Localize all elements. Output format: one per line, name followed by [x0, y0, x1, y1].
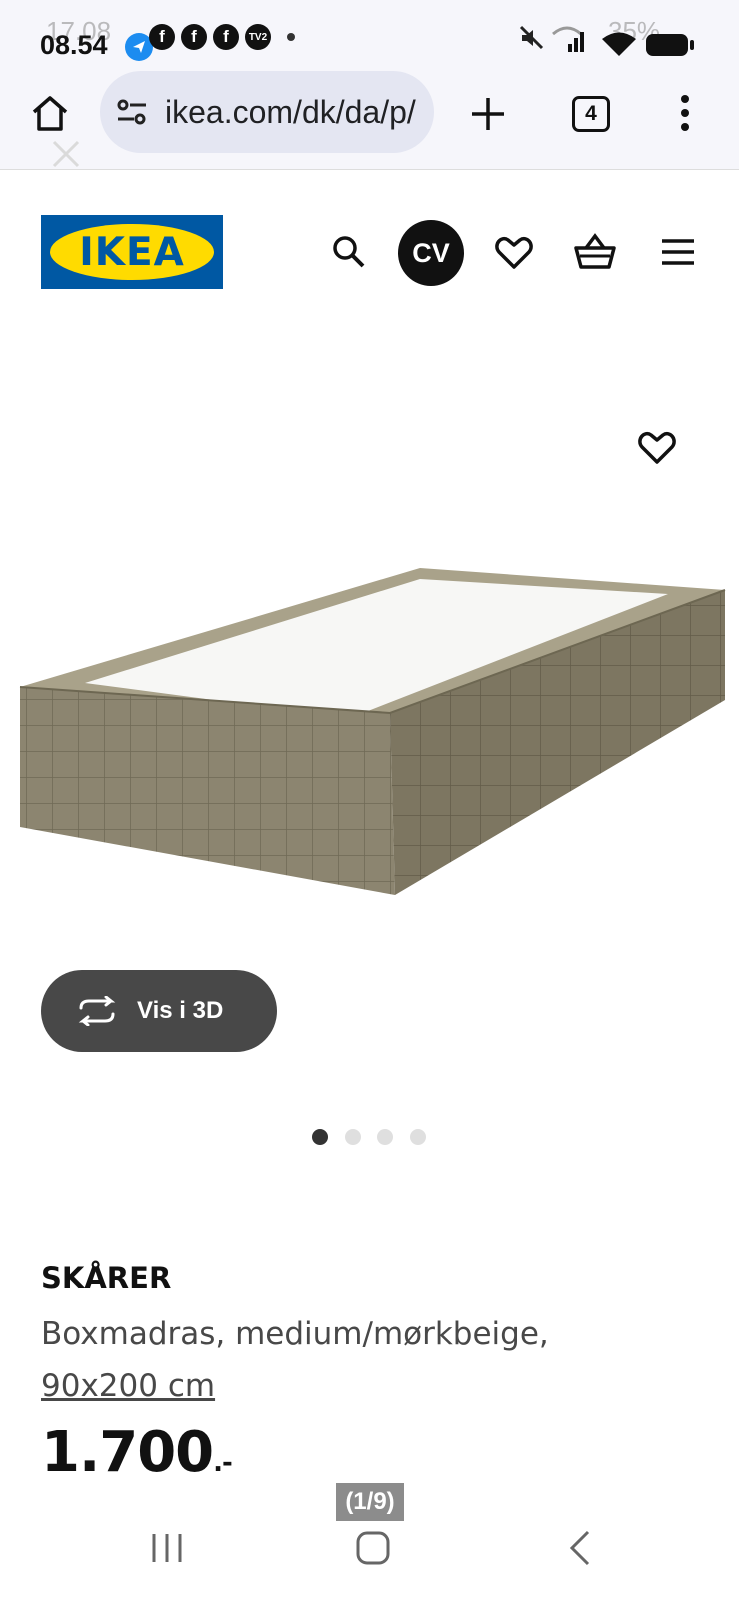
more-notifications-dot — [287, 33, 295, 41]
shopping-basket-icon[interactable] — [574, 232, 616, 270]
facebook-icon: f — [181, 24, 207, 50]
wifi-signal-icon — [552, 26, 584, 52]
price-suffix: .- — [213, 1448, 233, 1478]
battery-icon — [646, 34, 688, 56]
facebook-icon: f — [149, 24, 175, 50]
home-nav-icon[interactable] — [355, 1530, 391, 1566]
wifi-icon — [602, 32, 636, 56]
url-text[interactable]: ikea.com/dk/da/p/ — [165, 94, 420, 131]
screen: 17.08 08.54 f f f TV2 35% ikea.com/dk/da… — [0, 0, 739, 1600]
product-description: Boxmadras, medium/mørkbeige, 90x200 cm — [41, 1308, 681, 1412]
carousel-dot-active[interactable] — [312, 1129, 328, 1145]
view-in-3d-label: Vis i 3D — [137, 997, 224, 1024]
avatar[interactable]: CV — [398, 220, 464, 286]
recent-apps-icon[interactable] — [150, 1532, 184, 1564]
more-options-icon[interactable] — [678, 94, 692, 132]
favorite-heart-icon[interactable] — [638, 431, 676, 465]
product-name: SKÅRER — [41, 1261, 172, 1295]
page-counter-overlay: (1/9) — [336, 1483, 404, 1521]
home-icon[interactable] — [30, 94, 70, 132]
product-image[interactable] — [0, 335, 739, 935]
hamburger-menu-icon[interactable] — [660, 238, 696, 266]
site-settings-icon[interactable] — [116, 98, 148, 126]
close-icon[interactable] — [50, 138, 82, 170]
back-nav-icon[interactable] — [568, 1530, 592, 1566]
carousel-dot[interactable] — [377, 1129, 393, 1145]
search-icon[interactable] — [332, 235, 366, 269]
new-tab-icon[interactable] — [470, 96, 506, 132]
product-size-link[interactable]: 90x200 cm — [41, 1368, 215, 1404]
view-in-3d-button[interactable]: Vis i 3D — [41, 970, 277, 1052]
tv2-icon: TV2 — [245, 24, 271, 50]
tab-count-button[interactable]: 4 — [572, 96, 610, 132]
logo-oval: IKEA — [50, 224, 214, 280]
carousel-dot[interactable] — [410, 1129, 426, 1145]
facebook-icon: f — [213, 24, 239, 50]
rotate-3d-icon — [78, 996, 116, 1026]
logo-text: IKEA — [79, 229, 185, 275]
product-description-text: Boxmadras, medium/mørkbeige, — [41, 1316, 549, 1352]
battery-tip — [690, 40, 694, 50]
ikea-logo[interactable]: IKEA — [41, 215, 223, 289]
mute-icon — [519, 25, 544, 50]
status-time: 08.54 — [40, 30, 108, 60]
price-amount: 1.700 — [41, 1420, 214, 1485]
wishlist-heart-icon[interactable] — [495, 236, 533, 270]
product-price: 1.700.- — [41, 1420, 233, 1485]
carousel-dot[interactable] — [345, 1129, 361, 1145]
